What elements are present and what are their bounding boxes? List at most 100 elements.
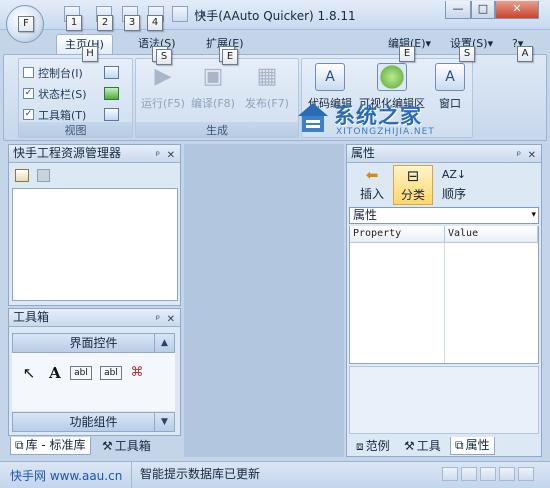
run-button[interactable]: ▶ 运行(F5): [138, 63, 188, 111]
watermark-text: 系统之家: [334, 104, 422, 128]
console-checkbox[interactable]: [23, 67, 34, 78]
object-selector[interactable]: 属性 ▾: [349, 207, 539, 224]
toolbox-checkbox[interactable]: ✓: [23, 109, 34, 120]
code-edit-icon: A: [315, 63, 345, 91]
tab-examples-label: 范例: [365, 438, 390, 453]
tab-tools[interactable]: ⚒ 工具: [400, 437, 445, 455]
statusbar-toggle[interactable]: ✓ 状态栏(S): [23, 85, 87, 102]
tab-home-keytip: H: [82, 46, 98, 62]
app-keytip: F: [18, 16, 34, 32]
insert-label: 插入: [359, 187, 384, 201]
view-group-caption: 视图: [19, 122, 132, 137]
project-explorer-panel: 快手工程资源管理器 ᵖ ✕: [8, 144, 181, 306]
tab-properties[interactable]: ⧉ 属性: [450, 437, 495, 455]
pointer-tool-icon[interactable]: ↖: [18, 363, 40, 383]
toolbox-toggle[interactable]: ✓ 工具箱(T): [23, 106, 86, 123]
project-explorer-close-icon[interactable]: ✕: [167, 147, 175, 164]
run-label: 运行(F5): [141, 97, 185, 110]
project-open-icon[interactable]: [15, 169, 29, 182]
ui-controls-collapse-icon[interactable]: ▲: [154, 334, 174, 352]
project-explorer-pin-icon[interactable]: ᵖ: [156, 147, 160, 164]
console-icon: [104, 66, 119, 79]
close-button[interactable]: ✕: [495, 1, 539, 19]
toolbox-label: 工具箱(T): [38, 108, 87, 122]
build-group-caption: 生成: [136, 122, 298, 137]
tab-edit-arrow-icon: ▾: [425, 37, 432, 50]
status-view3-icon[interactable]: [480, 467, 496, 481]
object-selector-arrow-icon[interactable]: ▾: [531, 208, 536, 223]
project-explorer-title: 快手工程资源管理器: [13, 146, 122, 160]
tab-settings-arrow-icon: ▾: [487, 37, 494, 50]
document-area[interactable]: [184, 144, 344, 457]
ui-controls-section[interactable]: 界面控件 ▲: [12, 333, 175, 353]
project-save-icon[interactable]: [37, 169, 50, 182]
qat-keytip-1: 1: [66, 15, 82, 31]
watermark: 系统之家 XITONGZHIJIA.NET: [296, 100, 476, 140]
qat-dropdown-icon[interactable]: ▾: [201, 9, 206, 19]
tab-settings-keytip: S: [459, 46, 475, 62]
ribbon-tab-row: 主页(H) H 语法(S) S 扩展(E) E 编辑(E)▾ E 设置(S)▾ …: [0, 30, 550, 62]
insert-icon: ⬅: [365, 166, 379, 184]
help-keytip: A: [517, 46, 533, 62]
tab-library[interactable]: ⧉ 库 - 标准库: [10, 437, 91, 455]
website-link[interactable]: 快手网 www.aau.cn: [10, 467, 122, 484]
toolbox-tab-icon: ⚒: [102, 438, 113, 453]
examples-icon: ⧈: [356, 438, 364, 453]
console-toggle[interactable]: 控制台(I): [23, 64, 83, 81]
custom-tool-icon[interactable]: ⌘: [126, 363, 148, 383]
status-bar: 快手网 www.aau.cn 智能提示数据库已更新: [0, 461, 550, 488]
maximize-button[interactable]: □: [471, 1, 495, 19]
status-view5-icon[interactable]: [518, 467, 534, 481]
tab-edit-keytip: E: [399, 46, 415, 62]
statusbar-checkbox[interactable]: ✓: [23, 88, 34, 99]
publish-keytip: E: [222, 49, 238, 65]
statusbar-label: 状态栏(S): [38, 87, 87, 101]
func-components-label: 功能组件: [69, 415, 118, 429]
status-view1-icon[interactable]: [442, 467, 458, 481]
toolbox-close-icon[interactable]: ✕: [167, 311, 175, 328]
watermark-subtext: XITONGZHIJIA.NET: [336, 127, 435, 137]
compile-button[interactable]: ▣ 编译(F8): [188, 63, 238, 111]
qat-keytip-3: 3: [124, 15, 140, 31]
properties-pin-icon[interactable]: ᵖ: [517, 147, 521, 164]
toolbox-pin-icon[interactable]: ᵖ: [156, 311, 160, 328]
status-message: 智能提示数据库已更新: [131, 462, 260, 488]
properties-header: 属性 ᵖ ✕: [347, 145, 541, 163]
categorize-button[interactable]: ⊟ 分类: [393, 165, 433, 205]
status-view2-icon[interactable]: [461, 467, 477, 481]
tab-tools-label: 工具: [416, 438, 441, 453]
status-view4-icon[interactable]: [499, 467, 515, 481]
object-selector-value: 属性: [353, 208, 378, 222]
sort-icon: AZ↓: [441, 168, 467, 181]
project-tree[interactable]: [12, 188, 178, 301]
value-column-header[interactable]: Value: [445, 226, 538, 243]
property-column-header[interactable]: Property: [350, 226, 445, 243]
library-icon: ⧉: [15, 438, 24, 452]
tab-toolbox[interactable]: ⚒ 工具箱: [98, 437, 155, 455]
sort-button[interactable]: AZ↓ 顺序: [434, 165, 474, 205]
run-icon: ▶: [154, 64, 172, 89]
minimize-button[interactable]: —: [445, 1, 471, 19]
label-tool-icon[interactable]: A: [44, 363, 66, 383]
insert-button[interactable]: ⬅ 插入: [352, 165, 392, 205]
window-icon: A: [435, 63, 465, 91]
grid-divider: [444, 243, 445, 363]
toolbox-header: 工具箱 ᵖ ✕: [9, 309, 180, 327]
publish-button[interactable]: ▦ 发布(F7): [242, 63, 292, 111]
visual-edit-icon: [377, 63, 407, 91]
view-group: 控制台(I) ✓ 状态栏(S) ✓ 工具箱(T) 视图: [18, 58, 133, 138]
tab-examples[interactable]: ⧈ 范例: [352, 437, 394, 455]
func-components-expand-icon[interactable]: ▼: [154, 413, 174, 431]
textbox-tool-icon[interactable]: abl: [70, 366, 92, 380]
publish-label: 发布(F7): [245, 97, 289, 110]
properties-close-icon[interactable]: ✕: [528, 147, 536, 164]
tab-properties-label: 属性: [465, 438, 490, 452]
func-components-section[interactable]: 功能组件 ▼: [12, 412, 175, 432]
title-bar: 快手(AAuto Quicker) 1.8.11 1 2 3 4 ▾ — □ ✕: [0, 0, 550, 31]
app-menu-button[interactable]: F: [6, 5, 44, 43]
tab-library-label: 库 - 标准库: [25, 438, 86, 452]
tools-icon: ⚒: [404, 438, 415, 453]
compile-icon: ▣: [202, 64, 224, 89]
qat-print-icon[interactable]: [172, 6, 188, 22]
richedit-tool-icon[interactable]: abl: [100, 366, 122, 380]
